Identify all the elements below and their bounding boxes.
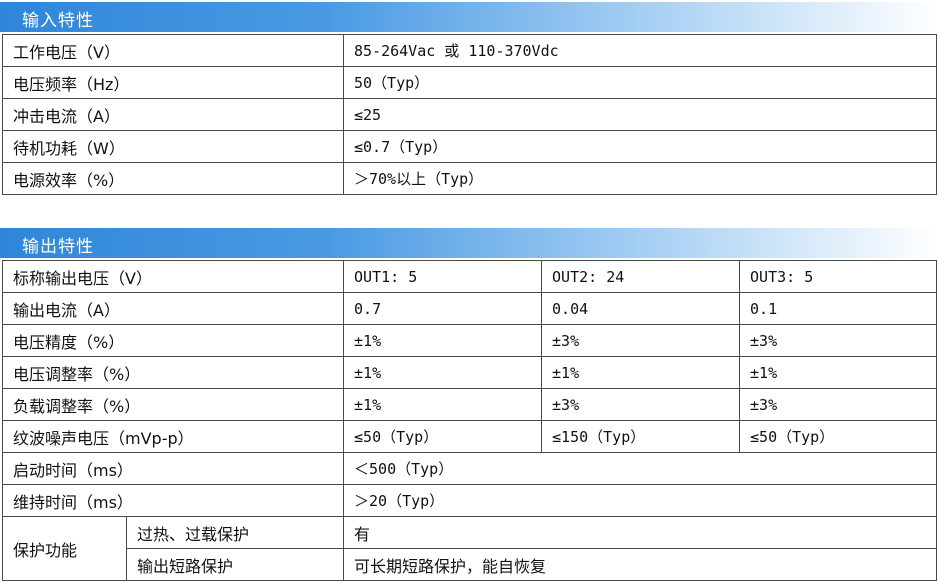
spec-value: ≤25 [343, 98, 937, 131]
input-spec-table: 工作电压（V） 85-264Vac 或 110-370Vdc 电压频率（Hz） … [2, 34, 937, 195]
spec-value-out3: 0.1 [739, 292, 938, 325]
spec-value-out3: ±3% [739, 388, 938, 421]
table-row: 纹波噪声电压（mVp-p） ≤50（Typ） ≤150（Typ） ≤50（Typ… [1, 420, 938, 453]
spec-value: ＞20（Typ） [343, 484, 938, 517]
spec-value: ＜500（Typ） [343, 452, 938, 485]
table-row: 冲击电流（A） ≤25 [2, 98, 937, 131]
spec-value-out1: ±1% [343, 356, 543, 389]
spec-value-out1: ±1% [343, 388, 543, 421]
spec-label: 纹波噪声电压（mVp-p） [1, 420, 345, 453]
spec-value-out2: 0.04 [541, 292, 741, 325]
spec-value-out2: ≤150（Typ） [541, 420, 741, 453]
spec-value-out2: ±1% [541, 356, 741, 389]
output-section-header: 输出特性 [0, 228, 938, 258]
table-row: 工作电压（V） 85-264Vac 或 110-370Vdc [2, 34, 937, 67]
spec-label: 电压精度（%） [1, 324, 345, 357]
table-row: 保护功能 过热、过载保护 有 [2, 516, 938, 581]
spec-label: 工作电压（V） [2, 34, 344, 67]
spec-label: 电源效率（%） [2, 162, 344, 195]
spec-value-out3: ±3% [739, 324, 938, 357]
spec-value-out2: ±3% [541, 388, 741, 421]
protection-label: 保护功能 [2, 516, 127, 581]
table-row: 电压频率（Hz） 50（Typ） [2, 66, 937, 99]
spec-label: 待机功耗（W） [2, 130, 344, 163]
table-row: 输出电流（A） 0.7 0.04 0.1 [1, 292, 938, 325]
input-section-header: 输入特性 [0, 2, 938, 32]
output-section-title: 输出特性 [22, 237, 94, 257]
spec-value-out2: ±3% [541, 324, 741, 357]
spec-value: ≤0.7（Typ） [343, 130, 937, 163]
spec-label: 标称输出电压（V） [1, 260, 345, 293]
spec-value-out3: ±1% [739, 356, 938, 389]
spec-value-out1: 0.7 [343, 292, 543, 325]
spec-label: 负载调整率（%） [1, 388, 345, 421]
spec-value-out1: ≤50（Typ） [343, 420, 543, 453]
table-row: 电压调整率（%） ±1% ±1% ±1% [1, 356, 938, 389]
table-row: 电压精度（%） ±1% ±3% ±3% [1, 324, 938, 357]
spec-value-out3: OUT3: 5 [739, 260, 938, 293]
table-row: 启动时间（ms） ＜500（Typ） [1, 452, 938, 485]
output-spec-table: 标称输出电压（V） OUT1: 5 OUT2: 24 OUT3: 5 输出电流（… [1, 260, 938, 581]
spec-label: 电压频率（Hz） [2, 66, 344, 99]
table-row: 电源效率（%） ＞70%以上（Typ） [2, 162, 937, 195]
spec-value-out3: ≤50（Typ） [739, 420, 938, 453]
table-row: 标称输出电压（V） OUT1: 5 OUT2: 24 OUT3: 5 [1, 260, 938, 293]
table-row: 待机功耗（W） ≤0.7（Typ） [2, 130, 937, 163]
spec-value-out1: OUT1: 5 [343, 260, 543, 293]
table-row: 输出短路保护 可长期短路保护，能自恢复 [3, 548, 938, 581]
spec-value: ＞70%以上（Typ） [343, 162, 937, 195]
protection-item-name: 输出短路保护 [125, 548, 345, 581]
spec-label: 冲击电流（A） [2, 98, 344, 131]
spec-value: 50（Typ） [343, 66, 937, 99]
spec-label: 输出电流（A） [1, 292, 345, 325]
spec-label: 维持时间（ms） [1, 484, 345, 517]
protection-item-name: 过热、过载保护 [125, 516, 345, 549]
spec-value-out2: OUT2: 24 [541, 260, 741, 293]
protection-item-value: 可长期短路保护，能自恢复 [343, 548, 938, 581]
protection-item-value: 有 [343, 516, 938, 549]
spec-label: 启动时间（ms） [1, 452, 345, 485]
spec-value-out1: ±1% [343, 324, 543, 357]
table-row: 负载调整率（%） ±1% ±3% ±3% [1, 388, 938, 421]
table-row: 维持时间（ms） ＞20（Typ） [1, 484, 938, 517]
spec-label: 电压调整率（%） [1, 356, 345, 389]
input-section-title: 输入特性 [22, 11, 94, 31]
spec-value: 85-264Vac 或 110-370Vdc [343, 34, 937, 67]
